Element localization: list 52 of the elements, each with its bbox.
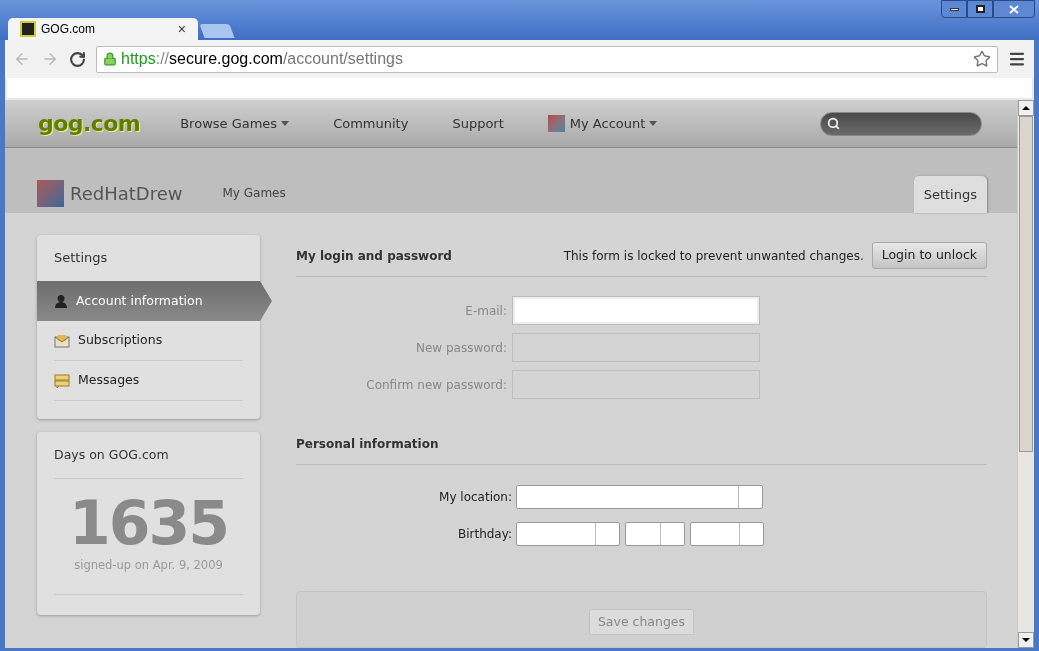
back-icon[interactable] (13, 50, 31, 68)
sidebar-item[interactable]: Subscriptions (54, 321, 243, 361)
settings-tab[interactable]: Settings (913, 176, 987, 213)
close-window-button[interactable] (993, 0, 1035, 18)
avatar-picture (37, 179, 64, 207)
speech-bubbles-icon (54, 373, 70, 388)
dropdown-field[interactable] (516, 485, 763, 510)
person-icon (54, 294, 68, 308)
profile-tab[interactable]: My Games (216, 176, 292, 210)
url-text: https://secure.gog.com/account/settings (121, 49, 404, 69)
padlock-icon (103, 52, 117, 66)
sidebar-item[interactable]: Messages (54, 361, 243, 401)
maximize-button[interactable] (967, 0, 993, 18)
username: RedHatDrew (70, 181, 183, 206)
browser-tab[interactable]: GOG.com × (8, 18, 198, 40)
envelope-icon (54, 333, 70, 348)
nav-link[interactable]: Support (452, 113, 504, 134)
minimize-button[interactable] (941, 0, 967, 18)
tab-close-button[interactable]: × (177, 22, 186, 36)
field-label: Birthday: (456, 526, 513, 544)
input-field[interactable] (512, 296, 760, 326)
lock-notice: This form is locked to prevent unwanted changes. (563, 247, 864, 265)
dropdown-field[interactable] (690, 522, 764, 547)
nav-link[interactable]: Browse Games (180, 113, 290, 134)
card-title: Days on GOG.com (54, 432, 243, 479)
search-icon (827, 117, 840, 130)
reload-icon[interactable] (69, 50, 86, 68)
section-title: My login and password (296, 247, 453, 265)
avatar-icon (547, 115, 565, 132)
field-label: E-mail: (464, 302, 508, 320)
nav-link[interactable]: Community (333, 113, 409, 134)
field-label: My location: (438, 489, 513, 507)
field-label: Confirm new password: (365, 376, 508, 394)
section-title: Personal information (296, 435, 439, 453)
scrollbar[interactable] (1017, 100, 1034, 648)
tab-title: GOG.com (41, 21, 96, 38)
menu-icon[interactable] (1008, 50, 1026, 68)
unlock-button[interactable]: Login to unlock (871, 242, 987, 270)
signup-date: signed-up on Apr. 9, 2009 (54, 557, 243, 596)
days-count: 1635 (68, 493, 229, 553)
forward-icon[interactable] (41, 50, 59, 68)
sidebar-item[interactable]: Account information (37, 281, 272, 321)
close-icon (1009, 4, 1019, 14)
dropdown-field[interactable] (625, 522, 685, 547)
field-label: New password: (415, 339, 508, 357)
new-tab-button[interactable] (199, 24, 235, 38)
nav-link[interactable]: My Account (547, 113, 658, 134)
dropdown-field[interactable] (516, 522, 620, 547)
bookmark-star-icon[interactable] (973, 50, 991, 68)
search-field[interactable] (820, 111, 982, 136)
panel-title: Settings (53, 249, 109, 268)
address-bar[interactable]: https://secure.gog.com/account/settings (96, 45, 998, 73)
